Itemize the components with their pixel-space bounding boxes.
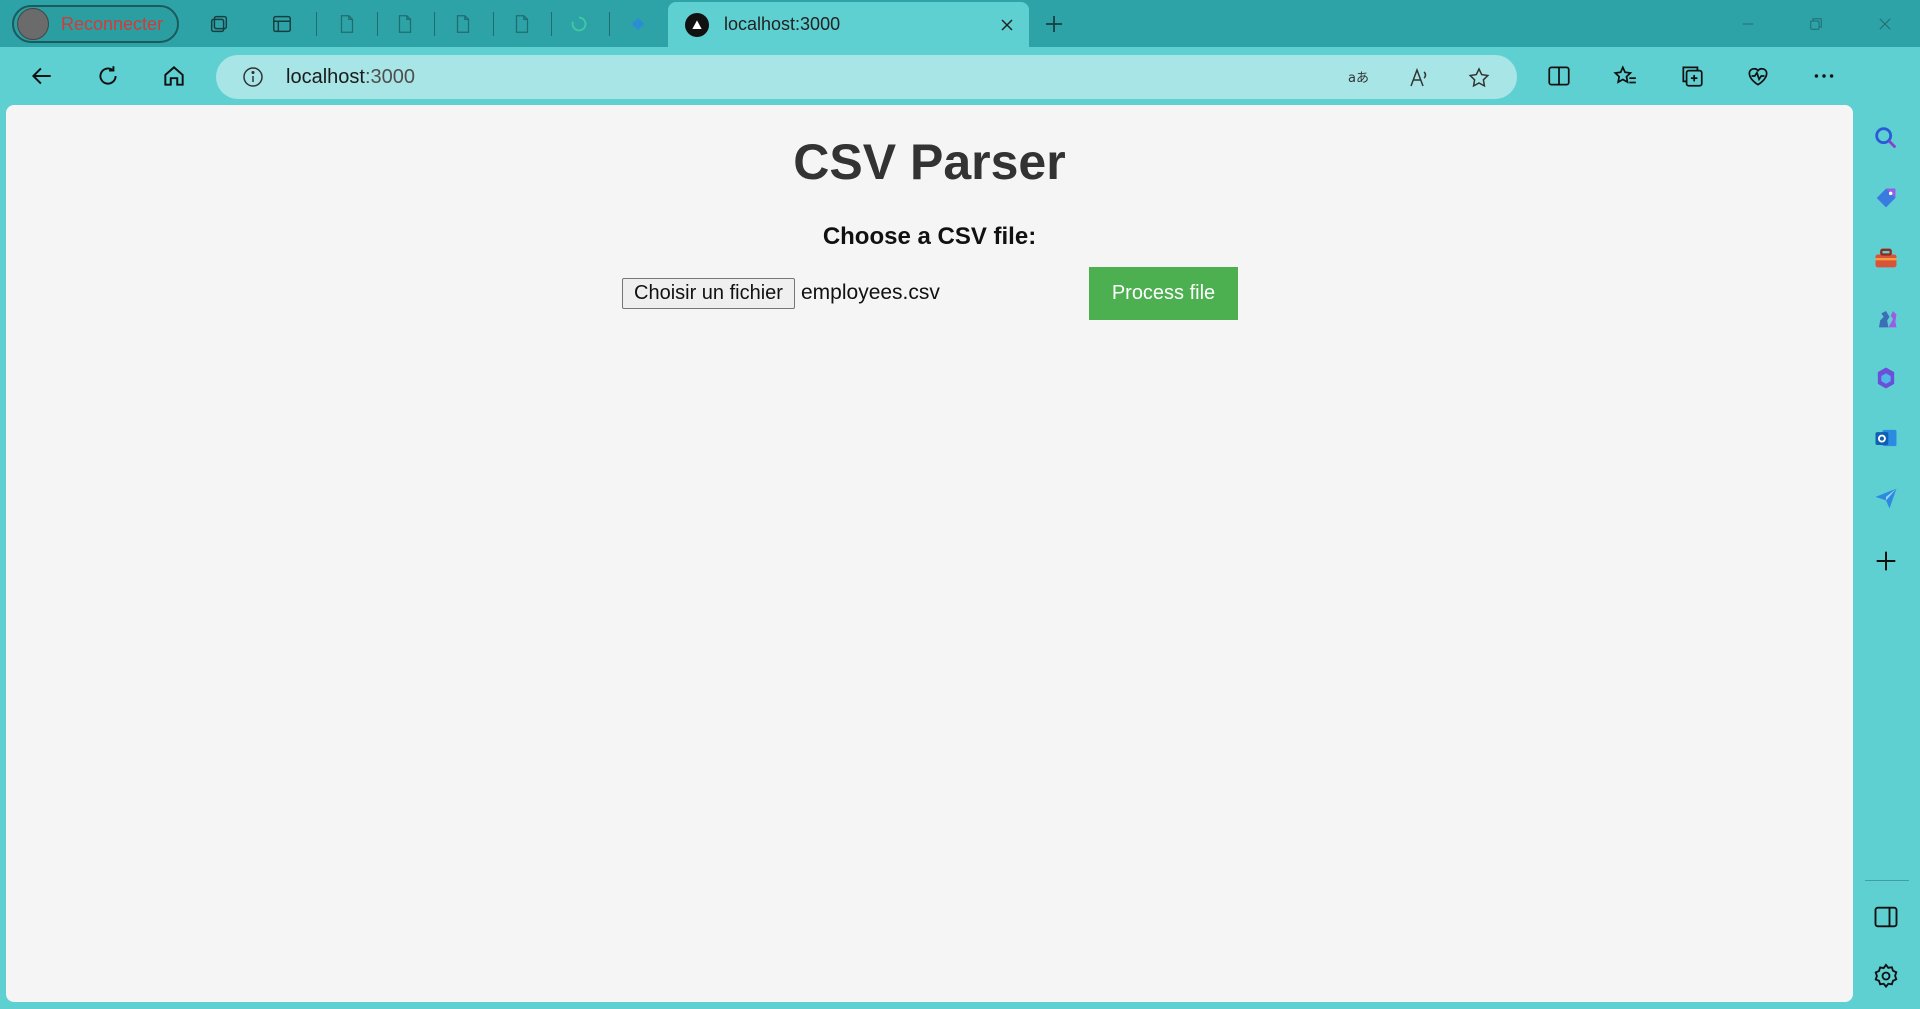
search-icon[interactable] (1869, 121, 1903, 155)
page-icon[interactable] (393, 12, 417, 36)
home-button[interactable] (157, 59, 191, 93)
split-screen-icon[interactable] (1542, 59, 1576, 93)
url-port: :3000 (364, 65, 415, 88)
url-text[interactable]: localhost:3000 (286, 66, 415, 89)
svg-text:aあ: aあ (1348, 71, 1369, 86)
vertical-tabs-icon[interactable] (270, 12, 294, 36)
triangle-logo-icon (685, 12, 709, 37)
page-icon[interactable] (451, 12, 475, 36)
browser-essentials-icon[interactable] (1741, 59, 1775, 93)
shopping-tag-icon[interactable] (1869, 181, 1903, 215)
choose-file-button[interactable]: Choisir un fichier (622, 278, 795, 309)
toolbox-icon[interactable] (1869, 241, 1903, 275)
url-host: localhost (286, 65, 365, 88)
close-window-button[interactable] (1870, 10, 1900, 38)
tab-strip: Reconnecter localhost:3000 (0, 0, 1920, 47)
toolbar: localhost:3000 aあ (0, 47, 1920, 105)
tab-separator (609, 12, 610, 36)
page-icon[interactable] (335, 12, 359, 36)
diamond-icon[interactable] (626, 12, 650, 36)
process-file-button[interactable]: Process file (1089, 267, 1238, 320)
send-icon[interactable] (1869, 481, 1903, 515)
info-icon[interactable] (240, 64, 266, 90)
read-aloud-icon[interactable] (1405, 64, 1433, 92)
back-button[interactable] (25, 59, 59, 93)
chess-icon[interactable] (1869, 301, 1903, 335)
add-icon[interactable] (1869, 544, 1903, 578)
copilot-icon[interactable] (1869, 361, 1903, 395)
profile-button[interactable]: Reconnecter (12, 5, 179, 43)
page-icon[interactable] (510, 12, 534, 36)
page-title: CSV Parser (793, 134, 1066, 190)
split-panel-icon[interactable] (1869, 900, 1903, 934)
profile-label: Reconnecter (61, 13, 164, 34)
workspaces-icon[interactable] (207, 12, 231, 36)
settings-icon[interactable] (1869, 959, 1903, 993)
outlook-icon[interactable] (1869, 421, 1903, 455)
browser-window: Reconnecter localhost:3000 localhost:300… (0, 0, 1920, 1009)
collections-icon[interactable] (1675, 59, 1709, 93)
minimize-button[interactable] (1733, 10, 1763, 38)
sidebar-divider (1865, 880, 1909, 881)
tab-localhost[interactable]: localhost:3000 (668, 2, 1029, 47)
tab-separator (434, 12, 435, 36)
favorite-star-icon[interactable] (1465, 64, 1493, 92)
more-menu-icon[interactable] (1807, 59, 1841, 93)
tab-separator (377, 12, 378, 36)
tab-title: localhost:3000 (724, 14, 841, 34)
close-icon[interactable] (993, 11, 1021, 39)
new-tab-button[interactable] (1040, 10, 1068, 38)
selected-file-name: employees.csv (801, 281, 940, 304)
file-input-label: Choose a CSV file: (822, 223, 1037, 250)
favorites-icon[interactable] (1608, 59, 1642, 93)
page-viewport: CSV Parser Choose a CSV file: Choisir un… (6, 105, 1853, 1002)
refresh-button[interactable] (91, 59, 125, 93)
avatar (17, 8, 49, 40)
address-bar[interactable]: localhost:3000 aあ (216, 55, 1517, 99)
restore-button[interactable] (1801, 10, 1831, 38)
edge-sidebar (1853, 47, 1920, 1002)
tab-separator (551, 12, 552, 36)
translate-icon[interactable]: aあ (1344, 64, 1372, 92)
loading-icon[interactable] (567, 12, 591, 36)
tab-separator (493, 12, 494, 36)
tab-separator (316, 12, 317, 36)
